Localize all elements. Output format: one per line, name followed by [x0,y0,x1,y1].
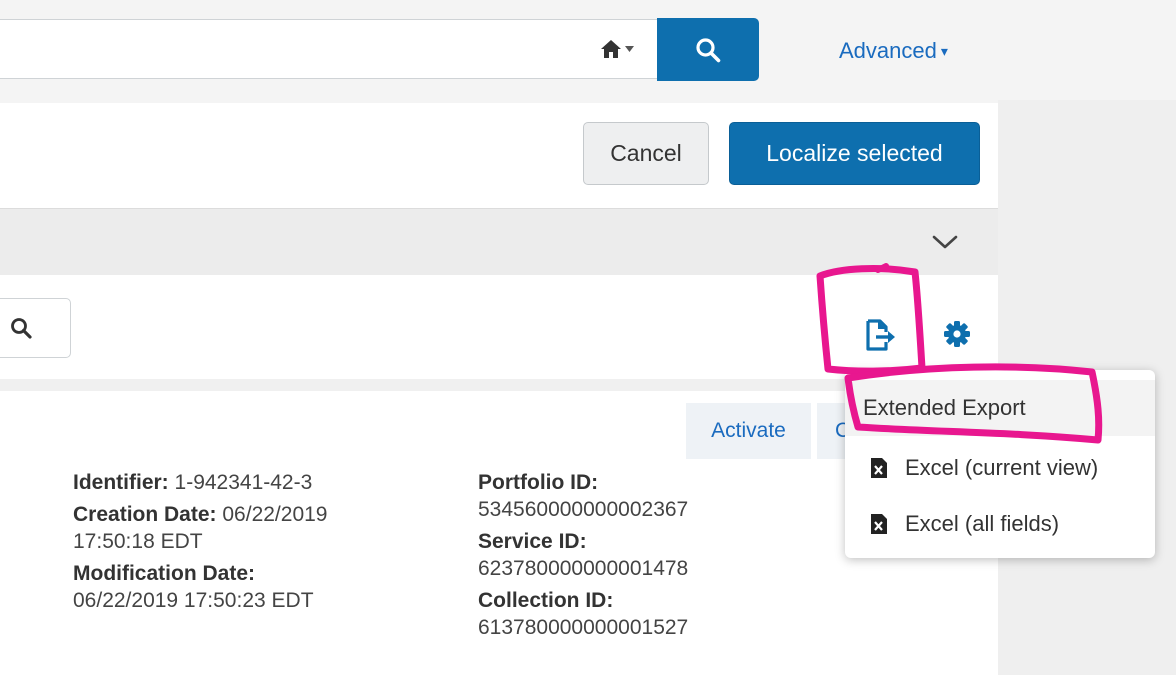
localize-selected-button[interactable]: Localize selected [729,122,980,185]
modification-date-label: Modification Date: [73,562,255,585]
record-metadata-left: Identifier: 1-942341-42-3 Creation Date:… [73,469,327,614]
modification-date-value: 06/22/2019 17:50:23 EDT [73,589,314,612]
export-icon[interactable] [864,318,898,352]
excel-file-icon [871,514,887,534]
caret-down-icon: ▾ [940,43,948,59]
search-icon [696,37,721,62]
activate-button[interactable]: Activate [686,403,811,459]
caret-down-icon [625,46,634,52]
menu-item-label: Excel (current view) [905,455,1099,480]
search-icon [11,318,32,339]
menu-item-extended-export[interactable]: Extended Export [845,380,1155,436]
export-dropdown-menu: Extended Export Excel (current view) Exc… [845,370,1155,558]
collapsible-section-header[interactable] [0,208,998,276]
collection-id-label: Collection ID: [478,589,614,612]
gear-icon[interactable] [942,319,972,349]
record-metadata-right: Portfolio ID: 534560000000002367 Service… [478,469,688,641]
search-input[interactable] [0,19,658,79]
action-bar: Cancel Localize selected [0,103,998,207]
collection-id-value: 613780000000001527 [478,616,689,639]
cancel-button[interactable]: Cancel [583,122,709,185]
creation-date-label: Creation Date: [73,503,217,526]
menu-item-excel-all-fields[interactable]: Excel (all fields) [845,496,1155,552]
service-id-value: 623780000000001478 [478,557,689,580]
portfolio-id-value: 534560000000002367 [478,498,689,521]
search-scope-dropdown[interactable] [600,36,650,62]
service-id-label: Service ID: [478,530,587,553]
identifier-label: Identifier: [73,471,169,494]
excel-file-icon [871,458,887,478]
filter-search-button[interactable] [0,298,71,358]
portfolio-id-label: Portfolio ID: [478,471,599,494]
advanced-search-link[interactable]: Advanced ▾ [839,38,948,64]
list-toolbar [0,275,998,379]
creation-date-value: 06/22/2019 [222,503,328,526]
top-search-bar: Advanced ▾ [0,0,1176,100]
search-button[interactable] [657,18,759,81]
home-icon [601,40,621,58]
creation-time-value: 17:50:18 EDT [73,530,203,553]
identifier-value: 1-942341-42-3 [174,471,313,494]
menu-item-excel-current-view[interactable]: Excel (current view) [845,440,1155,496]
advanced-label: Advanced [839,38,937,63]
menu-item-label: Excel (all fields) [905,511,1060,536]
chevron-down-icon[interactable] [929,232,961,252]
